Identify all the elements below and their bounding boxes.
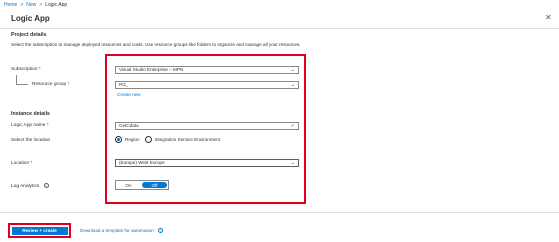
tree-connector [16,75,28,85]
info-icon[interactable]: i [43,183,49,188]
location-type-radio-group: Region Integration Service Environment [115,136,220,143]
logic-app-name-input[interactable]: GetCdata ✓ [115,122,299,130]
breadcrumb: Home > New > Logic App [4,1,67,9]
review-highlight: Review + create [8,223,71,238]
instance-details-heading: Instance details [11,111,50,117]
resource-group-label: Resource group * [32,82,70,87]
radio-region[interactable] [115,136,122,143]
log-analytics-label: Log Analytics i [11,183,49,189]
resource-group-dropdown[interactable]: RG_ ⌄ [115,81,299,89]
toggle-on-option[interactable]: On [116,181,141,189]
subscription-value: Visual Studio Enterprise – MPN [119,67,184,72]
breadcrumb-separator: > [39,2,43,8]
radio-ise[interactable] [144,136,152,143]
logic-app-name-label: Logic App name * [11,123,49,128]
breadcrumb-new[interactable]: New [26,2,36,8]
radio-ise-label[interactable]: Integration Service Environment [155,137,220,142]
project-details-heading: Project details [11,32,47,38]
subscription-dropdown[interactable]: Visual Studio Enterprise – MPN ⌄ [115,66,299,74]
info-icon: i [158,228,164,234]
breadcrumb-home[interactable]: Home [4,2,17,8]
log-analytics-toggle[interactable]: On Off [115,180,169,190]
chevron-down-icon: ⌄ [290,82,295,88]
chevron-down-icon: ⌄ [290,160,295,166]
checkmark-icon: ✓ [290,123,295,129]
create-new-link[interactable]: Create new [117,92,141,97]
location-dropdown[interactable]: (Europe) West Europe ⌄ [115,159,299,167]
location-label: Location * [11,161,33,166]
chevron-down-icon: ⌄ [290,67,295,73]
download-template-link[interactable]: Download a template for automation i [80,228,164,234]
select-location-label: Select the location [11,138,51,143]
resource-group-value: RG_ [119,82,129,87]
review-create-button[interactable]: Review + create [11,226,68,235]
project-details-description: Select the subscription to manage deploy… [11,42,301,47]
close-icon[interactable]: ✕ [545,13,552,22]
subscription-label: Subscription * [11,67,41,72]
toggle-off-option[interactable]: Off [142,182,167,188]
breadcrumb-separator: > [20,2,24,8]
radio-region-label[interactable]: Region [125,137,140,142]
location-value: (Europe) West Europe [119,160,165,165]
breadcrumb-current: Logic App [45,2,68,8]
logic-app-name-value: GetCdata [119,123,139,128]
header-divider [0,28,559,29]
footer-divider [0,212,559,213]
page-title: Logic App [11,14,50,23]
